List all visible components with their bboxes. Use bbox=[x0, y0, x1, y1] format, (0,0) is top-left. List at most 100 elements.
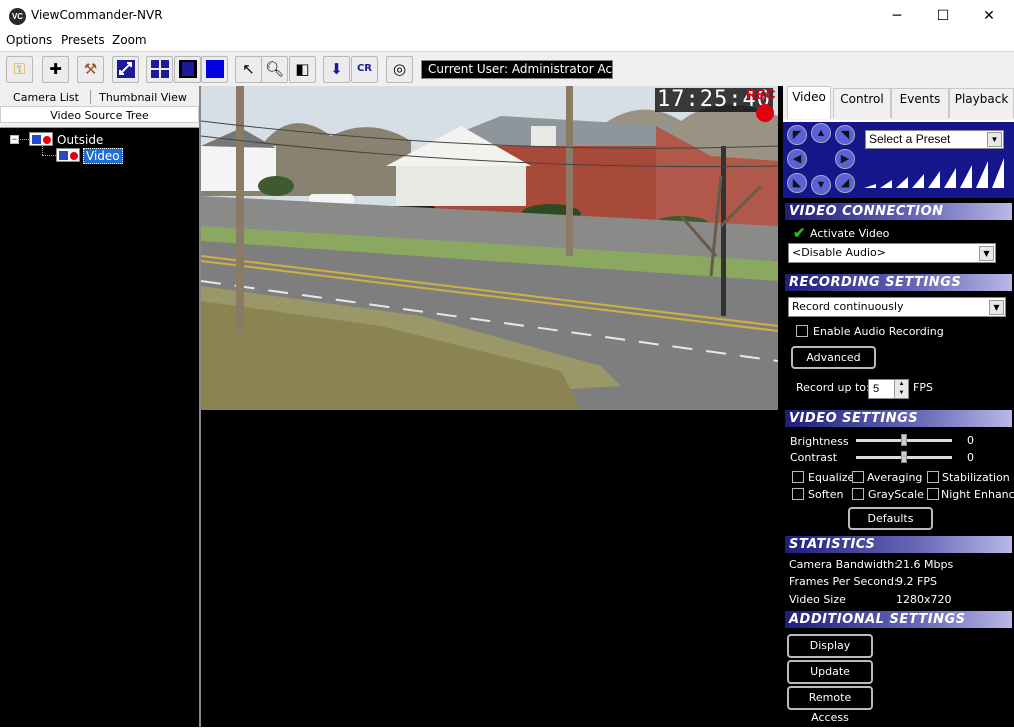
toolbar: ⚿ ✚ ⚒ ↖ 🔍︎ ◧ ⬇ CR ◎ Current User: Admini… bbox=[0, 51, 1014, 86]
zoom-icon[interactable]: 🔍︎ bbox=[261, 56, 288, 83]
remote-access-button[interactable]: Remote Access bbox=[787, 686, 873, 724]
tab-control[interactable]: Control bbox=[833, 88, 891, 118]
tab-camera-list[interactable]: Camera List bbox=[2, 89, 90, 106]
tab-video-source-tree[interactable]: Video Source Tree bbox=[0, 106, 199, 123]
grayscale-label: GrayScale bbox=[868, 488, 924, 501]
ptz-up-icon[interactable]: ▲ bbox=[811, 123, 831, 143]
grayscale-checkbox[interactable] bbox=[852, 488, 864, 500]
averaging-checkbox[interactable] bbox=[852, 471, 864, 483]
stabilization-checkbox[interactable] bbox=[927, 471, 939, 483]
audio-select[interactable]: <Disable Audio> ▼ bbox=[788, 243, 996, 263]
tab-divider bbox=[90, 90, 91, 104]
stat-label: Frames Per Second: bbox=[789, 575, 898, 588]
tab-thumbnail-view[interactable]: Thumbnail View bbox=[92, 89, 194, 106]
title-bar: VC ViewCommander-NVR ─ ☐ ✕ bbox=[0, 0, 1014, 32]
recording-indicator-icon bbox=[756, 104, 774, 122]
soften-label: Soften bbox=[808, 488, 844, 501]
chevron-down-icon: ▼ bbox=[987, 132, 1002, 147]
preset-select[interactable]: Select a Preset ▼ bbox=[865, 130, 1004, 149]
menu-presets[interactable]: Presets bbox=[61, 33, 105, 47]
current-user-display: Current User: Administrator Account bbox=[421, 60, 613, 79]
night-enhance-checkbox[interactable] bbox=[927, 488, 939, 500]
defaults-button[interactable]: Defaults bbox=[848, 507, 933, 530]
contrast-label: Contrast bbox=[790, 451, 838, 464]
brightness-value: 0 bbox=[967, 434, 974, 447]
image-switch-icon[interactable] bbox=[112, 56, 139, 83]
update-presets-button[interactable]: Update Presets bbox=[787, 660, 873, 698]
ptz-up-right-icon[interactable]: ◥ bbox=[835, 125, 855, 145]
tab-playback[interactable]: Playback bbox=[949, 88, 1014, 118]
fps-stepper-value: 5 bbox=[873, 383, 880, 395]
fps-stepper[interactable]: 5 ▲ ▼ bbox=[868, 379, 909, 399]
tree-connector bbox=[20, 139, 29, 140]
brightness-label: Brightness bbox=[790, 435, 849, 448]
contrast-slider-thumb[interactable] bbox=[901, 451, 907, 463]
tree-connector bbox=[42, 145, 43, 155]
tab-video[interactable]: Video bbox=[787, 86, 831, 119]
ptz-down-left-icon[interactable]: ◣ bbox=[787, 173, 807, 193]
right-panel-tabs: Video Control Events Playback bbox=[783, 86, 1014, 120]
checkmark-icon: ✔ bbox=[793, 225, 806, 242]
menu-options[interactable]: Options bbox=[6, 33, 52, 47]
fps-unit-label: FPS bbox=[913, 381, 933, 394]
recording-mode-value: Record continuously bbox=[792, 300, 904, 313]
quad-view-icon[interactable] bbox=[146, 56, 173, 83]
left-panel bbox=[0, 86, 199, 727]
video-connection-header: VIDEO CONNECTION bbox=[785, 203, 1012, 220]
app-icon: VC bbox=[9, 8, 26, 25]
close-button[interactable]: ✕ bbox=[966, 0, 1012, 32]
advanced-button[interactable]: Advanced bbox=[791, 346, 876, 369]
film-view-icon[interactable] bbox=[174, 56, 201, 83]
stat-label: Camera Bandwidth: bbox=[789, 558, 898, 571]
stepper-up-icon[interactable]: ▲ bbox=[894, 380, 908, 389]
equalize-label: Equalize bbox=[808, 471, 855, 484]
display-settings-button[interactable]: Display Settings bbox=[787, 634, 873, 672]
stabilization-label: Stabilization bbox=[942, 471, 1010, 484]
camera-group-icon bbox=[29, 132, 53, 146]
statistics-header: STATISTICS bbox=[785, 536, 1012, 553]
tree-collapse-toggle[interactable]: − bbox=[10, 135, 19, 144]
cr-icon[interactable]: CR bbox=[351, 56, 378, 83]
stepper-down-icon[interactable]: ▼ bbox=[894, 389, 908, 398]
single-view-icon[interactable] bbox=[201, 56, 228, 83]
target-icon[interactable]: ◎ bbox=[386, 56, 413, 83]
tab-events[interactable]: Events bbox=[891, 88, 949, 118]
key-icon[interactable]: ⚿ bbox=[6, 56, 33, 83]
tree-item-video[interactable]: Video bbox=[83, 148, 123, 164]
enable-audio-recording-checkbox[interactable] bbox=[796, 325, 808, 337]
rec-label: REC bbox=[746, 86, 776, 102]
tree-connector bbox=[42, 155, 56, 156]
ptz-down-right-icon[interactable]: ◢ bbox=[835, 173, 855, 193]
preset-select-value: Select a Preset bbox=[869, 132, 951, 146]
brightness-slider-thumb[interactable] bbox=[901, 434, 907, 446]
soften-checkbox[interactable] bbox=[792, 488, 804, 500]
zoom-level-bars[interactable] bbox=[862, 156, 1010, 190]
contrast-value: 0 bbox=[967, 451, 974, 464]
record-up-to-label: Record up to: bbox=[796, 381, 870, 394]
pointer-icon[interactable]: ↖ bbox=[235, 56, 262, 83]
add-camera-icon[interactable]: ✚ bbox=[42, 56, 69, 83]
tree-item-outside[interactable]: Outside bbox=[57, 133, 103, 147]
download-icon[interactable]: ⬇ bbox=[323, 56, 350, 83]
ptz-up-left-icon[interactable]: ◤ bbox=[787, 125, 807, 145]
stat-label: Video Size bbox=[789, 593, 846, 606]
chevron-down-icon: ▼ bbox=[979, 246, 994, 261]
ptz-right-icon[interactable]: ▶ bbox=[835, 149, 855, 169]
equalize-checkbox[interactable] bbox=[792, 471, 804, 483]
stat-value: 1280x720 bbox=[896, 593, 952, 606]
camera-video-feed[interactable] bbox=[201, 86, 778, 410]
recording-settings-header: RECORDING SETTINGS bbox=[785, 274, 1012, 291]
menu-bar: Options Presets Zoom bbox=[0, 32, 1014, 51]
stat-value: 9.2 FPS bbox=[896, 575, 937, 588]
ptz-left-icon[interactable]: ◀ bbox=[787, 149, 807, 169]
audio-select-value: <Disable Audio> bbox=[792, 246, 886, 259]
averaging-label: Averaging bbox=[867, 471, 923, 484]
ptz-down-icon[interactable]: ▼ bbox=[811, 175, 831, 195]
activate-video-label[interactable]: Activate Video bbox=[810, 227, 889, 240]
maximize-button[interactable]: ☐ bbox=[920, 0, 966, 32]
menu-zoom[interactable]: Zoom bbox=[112, 33, 147, 47]
tools-icon[interactable]: ⚒ bbox=[77, 56, 104, 83]
camera-record-icon[interactable]: ◧ bbox=[289, 56, 316, 83]
minimize-button[interactable]: ─ bbox=[874, 0, 920, 32]
recording-mode-select[interactable]: Record continuously ▼ bbox=[788, 297, 1006, 317]
